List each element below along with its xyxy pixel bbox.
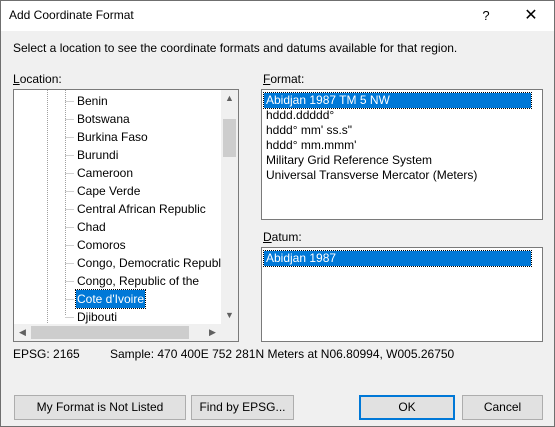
location-item-chad[interactable]: Chad bbox=[76, 218, 107, 236]
scroll-left-icon[interactable]: ◀ bbox=[14, 324, 31, 341]
datum-label: Datum: bbox=[263, 230, 302, 244]
location-item-burkina-faso[interactable]: Burkina Faso bbox=[76, 128, 149, 146]
add-coordinate-format-dialog: Add Coordinate Format ? ✕ Select a locat… bbox=[0, 0, 555, 427]
location-vertical-scrollbar[interactable]: ▲ ▼ bbox=[221, 90, 238, 324]
help-icon[interactable]: ? bbox=[463, 1, 509, 31]
ok-button[interactable]: OK bbox=[359, 395, 455, 420]
cancel-button[interactable]: Cancel bbox=[462, 395, 543, 420]
sample-coordinate: Sample: 470 400E 752 281N Meters at N06.… bbox=[110, 347, 455, 361]
location-label: Location: bbox=[13, 72, 62, 86]
location-label-text: ocation: bbox=[19, 72, 62, 86]
location-tree[interactable]: Benin Botswana Burkina Faso Burundi Came… bbox=[13, 89, 239, 342]
location-item-cote-divoire[interactable]: Cote d'Ivoire bbox=[75, 289, 146, 309]
datum-label-text: atum: bbox=[271, 230, 302, 244]
epsg-code: EPSG: 2165 bbox=[13, 347, 80, 361]
scroll-right-icon[interactable]: ▶ bbox=[204, 324, 221, 341]
format-label: Format: bbox=[263, 72, 304, 86]
location-horizontal-scrollbar[interactable]: ◀ ▶ bbox=[14, 324, 221, 341]
format-not-listed-button[interactable]: My Format is Not Listed bbox=[14, 395, 186, 420]
scroll-down-icon[interactable]: ▼ bbox=[221, 307, 238, 324]
scrollbar-corner bbox=[221, 324, 238, 341]
format-item-dms[interactable]: hddd° mm' ss.s" bbox=[264, 123, 354, 138]
datum-item-abidjan-1987[interactable]: Abidjan 1987 bbox=[263, 250, 532, 267]
location-item-congo-democratic-republic[interactable]: Congo, Democratic Republi bbox=[76, 254, 225, 272]
location-item-comoros[interactable]: Comoros bbox=[76, 236, 127, 254]
format-list[interactable]: Abidjan 1987 TM 5 NW hddd.ddddd° hddd° m… bbox=[261, 89, 543, 220]
location-label-accel: L bbox=[13, 72, 20, 86]
location-item-cape-verde[interactable]: Cape Verde bbox=[76, 182, 141, 200]
format-item-utm[interactable]: Universal Transverse Mercator (Meters) bbox=[264, 168, 479, 183]
location-item-benin[interactable]: Benin bbox=[76, 92, 109, 110]
location-item-congo-republic[interactable]: Congo, Republic of the bbox=[76, 272, 200, 290]
datum-list[interactable]: Abidjan 1987 bbox=[261, 247, 543, 342]
format-item-decimal-degrees[interactable]: hddd.ddddd° bbox=[264, 108, 336, 123]
format-item-degrees-minutes[interactable]: hddd° mm.mmm' bbox=[264, 138, 358, 153]
close-icon[interactable]: ✕ bbox=[508, 1, 554, 31]
find-by-epsg-button[interactable]: Find by EPSG... bbox=[191, 395, 294, 420]
title-bar: Add Coordinate Format ? ✕ bbox=[1, 1, 554, 31]
vertical-scroll-thumb[interactable] bbox=[223, 119, 236, 157]
location-item-cameroon[interactable]: Cameroon bbox=[76, 164, 134, 182]
datum-label-accel: D bbox=[263, 230, 272, 244]
format-label-text: ormat: bbox=[270, 72, 305, 86]
scroll-up-icon[interactable]: ▲ bbox=[221, 90, 238, 107]
format-item-abidjan-tm5nw[interactable]: Abidjan 1987 TM 5 NW bbox=[263, 92, 532, 109]
location-item-central-african-republic[interactable]: Central African Republic bbox=[76, 200, 207, 218]
horizontal-scroll-thumb[interactable] bbox=[31, 326, 189, 339]
instruction-text: Select a location to see the coordinate … bbox=[13, 41, 458, 55]
window-title: Add Coordinate Format bbox=[9, 8, 134, 22]
format-item-mgrs[interactable]: Military Grid Reference System bbox=[264, 153, 434, 168]
location-item-botswana[interactable]: Botswana bbox=[76, 110, 131, 128]
location-item-burundi[interactable]: Burundi bbox=[76, 146, 119, 164]
